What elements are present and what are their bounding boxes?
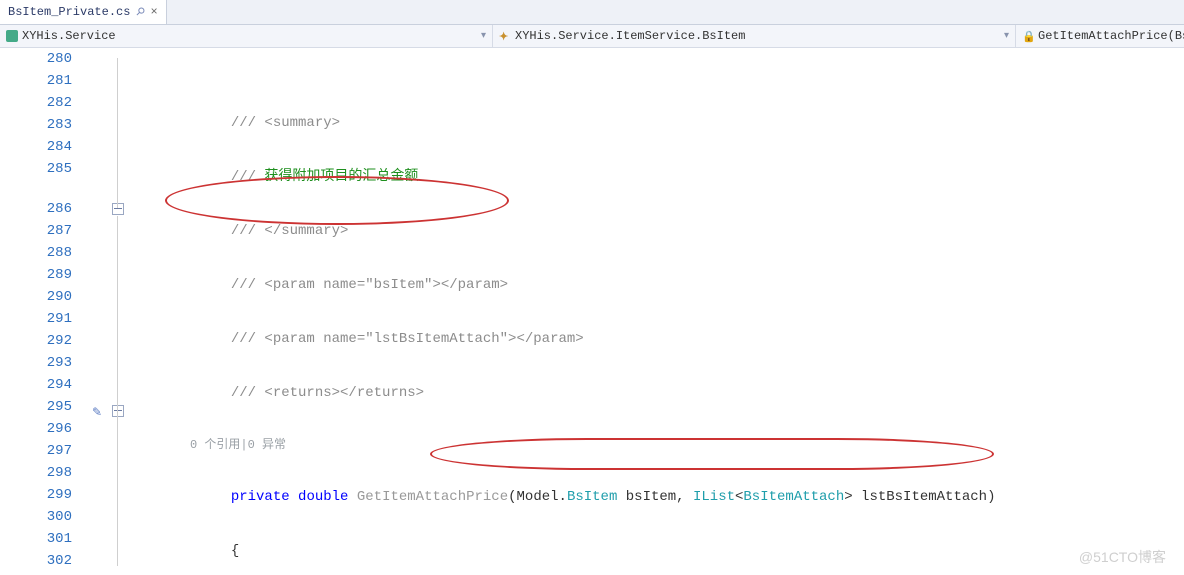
navigation-bar: XYHis.Service ▾ ✦ XYHis.Service.ItemServ… (0, 25, 1184, 48)
nav-class[interactable]: ✦ XYHis.Service.ItemService.BsItem ▾ (493, 25, 1016, 47)
code-line: private double GetItemAttachPrice(Model.… (130, 486, 1184, 508)
method-icon: 🔒 (1022, 30, 1034, 42)
edit-marker-icon: ✎ (92, 405, 102, 420)
line-number: 288 (0, 242, 72, 264)
line-number: 281 (0, 70, 72, 92)
chevron-down-icon: ▾ (1004, 30, 1009, 42)
code-line: /// <returns></returns> (130, 382, 1184, 404)
chevron-down-icon: ▾ (481, 30, 486, 42)
line-number: 286 (0, 198, 72, 220)
line-number: 285 (0, 158, 72, 180)
line-number: 295 (0, 396, 72, 418)
nav-class-label: XYHis.Service.ItemService.BsItem (515, 29, 745, 43)
line-number: 291 (0, 308, 72, 330)
line-number: 299 (0, 484, 72, 506)
line-number: 292 (0, 330, 72, 352)
ide-root: BsItem_Private.cs ⚲ × XYHis.Service ▾ ✦ … (0, 0, 1184, 575)
code-line: /// <param name="lstBsItemAttach"></para… (130, 328, 1184, 350)
codelens-row[interactable]: 0 个引用|0 异常 (130, 436, 1184, 454)
nav-namespace-label: XYHis.Service (22, 29, 116, 43)
line-number: 294 (0, 374, 72, 396)
line-gutter: 280 281 282 283 284 285 286 287 288 289 … (0, 48, 90, 575)
line-number: 287 (0, 220, 72, 242)
code-line: /// <summary> (130, 112, 1184, 134)
fold-toggle-method[interactable] (112, 203, 124, 215)
code-area[interactable]: /// <summary> /// 获得附加项目的汇总金额 /// </summ… (130, 48, 1184, 575)
line-number: 280 (0, 48, 72, 70)
namespace-icon (6, 30, 18, 42)
line-number: 301 (0, 528, 72, 550)
line-number: 282 (0, 92, 72, 114)
line-number: 283 (0, 114, 72, 136)
line-number: 300 (0, 506, 72, 528)
codelens-gap (0, 180, 72, 198)
close-icon[interactable]: × (150, 5, 157, 19)
line-number: 302 (0, 550, 72, 572)
tab-bar: BsItem_Private.cs ⚲ × (0, 0, 1184, 25)
line-number: 284 (0, 136, 72, 158)
line-number: 298 (0, 462, 72, 484)
line-number: 293 (0, 352, 72, 374)
line-number: 296 (0, 418, 72, 440)
code-line: /// <param name="bsItem"></param> (130, 274, 1184, 296)
marker-column: ✎ (90, 48, 112, 575)
fold-toggle-foreach[interactable] (112, 405, 124, 417)
nav-method[interactable]: 🔒 GetItemAttachPrice(BsItem bsI (1016, 25, 1184, 47)
editor: 280 281 282 283 284 285 286 287 288 289 … (0, 48, 1184, 575)
watermark: @51CTO博客 (1079, 547, 1166, 567)
line-number: 297 (0, 440, 72, 462)
code-line: { (130, 540, 1184, 562)
nav-namespace[interactable]: XYHis.Service ▾ (0, 25, 493, 47)
class-icon: ✦ (499, 30, 511, 42)
nav-method-label: GetItemAttachPrice(BsItem bsI (1038, 29, 1184, 43)
pin-icon[interactable]: ⚲ (133, 4, 149, 20)
line-number: 290 (0, 286, 72, 308)
tab-filename: BsItem_Private.cs (8, 5, 130, 19)
code-line: /// 获得附加项目的汇总金额 (130, 166, 1184, 188)
outline-column (112, 48, 130, 575)
line-number: 289 (0, 264, 72, 286)
file-tab[interactable]: BsItem_Private.cs ⚲ × (0, 0, 167, 24)
code-line: /// </summary> (130, 220, 1184, 242)
